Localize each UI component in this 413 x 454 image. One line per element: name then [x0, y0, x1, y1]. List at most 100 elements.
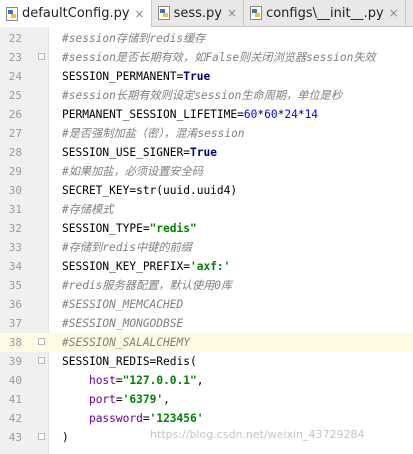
fold-marker-icon[interactable]: [38, 357, 45, 364]
code-token: =: [142, 412, 150, 425]
code-text: #是否强制加盐（密），混淆session: [62, 124, 245, 143]
code-token: #是否强制加盐（密），混淆session: [62, 127, 245, 140]
code-line[interactable]: 30 SECRET_KEY=str(uuid.uuid4): [0, 181, 413, 200]
code-token: 60: [264, 108, 278, 121]
tab-1[interactable]: sess.py ×: [152, 0, 245, 26]
code-text: #SESSION_MONGODBSE: [62, 314, 183, 333]
line-number: 23: [8, 51, 22, 64]
code-token: #SESSION_MONGODBSE: [62, 317, 184, 330]
code-text: SECRET_KEY=str(uuid.uuid4): [62, 181, 237, 200]
line-number: 39: [8, 355, 22, 368]
code-line[interactable]: 34 SESSION_KEY_PREFIX='axf:': [0, 257, 413, 276]
code-token: =: [115, 393, 123, 406]
line-number: 28: [8, 146, 22, 159]
code-token: #SESSION_SALALCHEMY: [62, 336, 190, 349]
code-text: port='6379',: [62, 390, 170, 409]
code-token: ,: [163, 393, 170, 406]
watermark: https://blog.csdn.net/weixin_43729284: [150, 428, 365, 441]
code-token: #存储到redis中键的前缀: [62, 241, 192, 254]
code-token: SESSION_USE_SIGNER=: [62, 146, 190, 159]
code-line[interactable]: 25 #session长期有效则设定session生命周期，单位是秒: [0, 86, 413, 105]
line-number: 41: [8, 393, 22, 406]
code-line[interactable]: 28 SESSION_USE_SIGNER=True: [0, 143, 413, 162]
line-number: 34: [8, 260, 22, 273]
code-token: SESSION_REDIS=Redis(: [62, 355, 197, 368]
tab-3[interactable]: r: [406, 0, 413, 26]
line-number: 38: [8, 336, 22, 349]
line-number: 31: [8, 203, 22, 216]
code-line[interactable]: 41 port='6379',: [0, 390, 413, 409]
code-token: SESSION_TYPE=: [62, 222, 150, 235]
code-line[interactable]: 38 #SESSION_SALALCHEMY: [0, 333, 413, 352]
code-text: SESSION_USE_SIGNER=True: [62, 143, 217, 162]
code-token: #session长期有效则设定session生命周期，单位是秒: [62, 89, 343, 102]
code-token: *: [297, 108, 305, 121]
code-line[interactable]: 35 #redis服务器配置，默认使用0库: [0, 276, 413, 295]
code-text: SESSION_REDIS=Redis(: [62, 352, 197, 371]
code-token: ): [62, 431, 69, 444]
code-token: =: [115, 374, 123, 387]
tab-2[interactable]: configs\__init__.py ×: [244, 0, 406, 26]
code-line[interactable]: 42 password='123456': [0, 409, 413, 428]
code-line[interactable]: 32 SESSION_TYPE="redis": [0, 219, 413, 238]
code-token: 60: [243, 108, 258, 121]
tab-label: defaultConfig.py: [22, 6, 130, 21]
close-tab-icon[interactable]: ×: [135, 7, 145, 21]
code-text: #SESSION_SALALCHEMY: [62, 333, 190, 352]
code-line[interactable]: 24 SESSION_PERMANENT=True: [0, 67, 413, 86]
code-token: True: [183, 70, 211, 83]
code-token: SECRET_KEY=str(uuid.uuid4): [62, 184, 238, 197]
code-text: #session是否长期有效，如False则关闭浏览器session失效: [62, 48, 376, 67]
code-text: #redis服务器配置，默认使用0库: [62, 276, 232, 295]
code-editor[interactable]: 22 #session存储到redis缓存 23 #session是否长期有效，如Fa…: [0, 27, 413, 454]
code-text: SESSION_TYPE="redis": [62, 219, 197, 238]
code-line[interactable]: 37 #SESSION_MONGODBSE: [0, 314, 413, 333]
code-text: host="127.0.0.1",: [62, 371, 204, 390]
code-line[interactable]: 27 #是否强制加盐（密），混淆session: [0, 124, 413, 143]
code-line[interactable]: 31 #存储模式: [0, 200, 413, 219]
code-line[interactable]: 26 PERMANENT_SESSION_LIFETIME=60*60*24*14: [0, 105, 413, 124]
code-token: True: [189, 146, 217, 159]
code-line[interactable]: 40 host="127.0.0.1",: [0, 371, 413, 390]
code-line[interactable]: 36 #SESSION_MEMCACHED: [0, 295, 413, 314]
code-text: #session存储到redis缓存: [62, 29, 206, 48]
fold-marker-icon[interactable]: [38, 433, 45, 440]
code-text: SESSION_PERMANENT=True: [62, 67, 210, 86]
fold-marker-icon[interactable]: [38, 53, 45, 60]
line-number: 32: [8, 222, 22, 235]
code-line[interactable]: 33 #存储到redis中键的前缀: [0, 238, 413, 257]
code-token: port: [88, 393, 116, 406]
line-number: 33: [8, 241, 22, 254]
code-line[interactable]: 22 #session存储到redis缓存: [0, 29, 413, 48]
line-number: 37: [8, 317, 22, 330]
code-token: '6379': [122, 393, 164, 406]
code-token: password: [88, 412, 143, 425]
tab-0[interactable]: defaultConfig.py ×: [0, 0, 152, 27]
code-token: host: [88, 374, 116, 387]
line-number: 26: [8, 108, 22, 121]
code-line[interactable]: 23 #session是否长期有效，如False则关闭浏览器session失效: [0, 48, 413, 67]
code-token: "127.0.0.1": [122, 374, 197, 387]
line-number: 43: [8, 431, 22, 444]
code-text: #session长期有效则设定session生命周期，单位是秒: [62, 86, 342, 105]
code-line[interactable]: 29 #如果加盐，必须设置安全码: [0, 162, 413, 181]
close-tab-icon[interactable]: ×: [389, 6, 399, 20]
code-text: ): [62, 428, 69, 447]
code-token: PERMANENT_SESSION_LIFETIME=: [62, 108, 244, 121]
code-token: SESSION_KEY_PREFIX=: [62, 260, 190, 273]
line-number: 22: [8, 32, 22, 45]
code-token: #存储模式: [62, 203, 114, 216]
line-number: 27: [8, 127, 22, 140]
close-tab-icon[interactable]: ×: [227, 6, 237, 20]
tab-label: sess.py: [173, 5, 222, 21]
code-text: PERMANENT_SESSION_LIFETIME=60*60*24*14: [62, 105, 318, 124]
line-number: 40: [8, 374, 22, 387]
code-text: SESSION_KEY_PREFIX='axf:': [62, 257, 230, 276]
code-text: #存储模式: [62, 200, 114, 219]
code-line[interactable]: 39 SESSION_REDIS=Redis(: [0, 352, 413, 371]
code-text: #SESSION_MEMCACHED: [62, 295, 183, 314]
fold-marker-icon[interactable]: [38, 338, 45, 345]
python-file-icon: [250, 6, 263, 20]
